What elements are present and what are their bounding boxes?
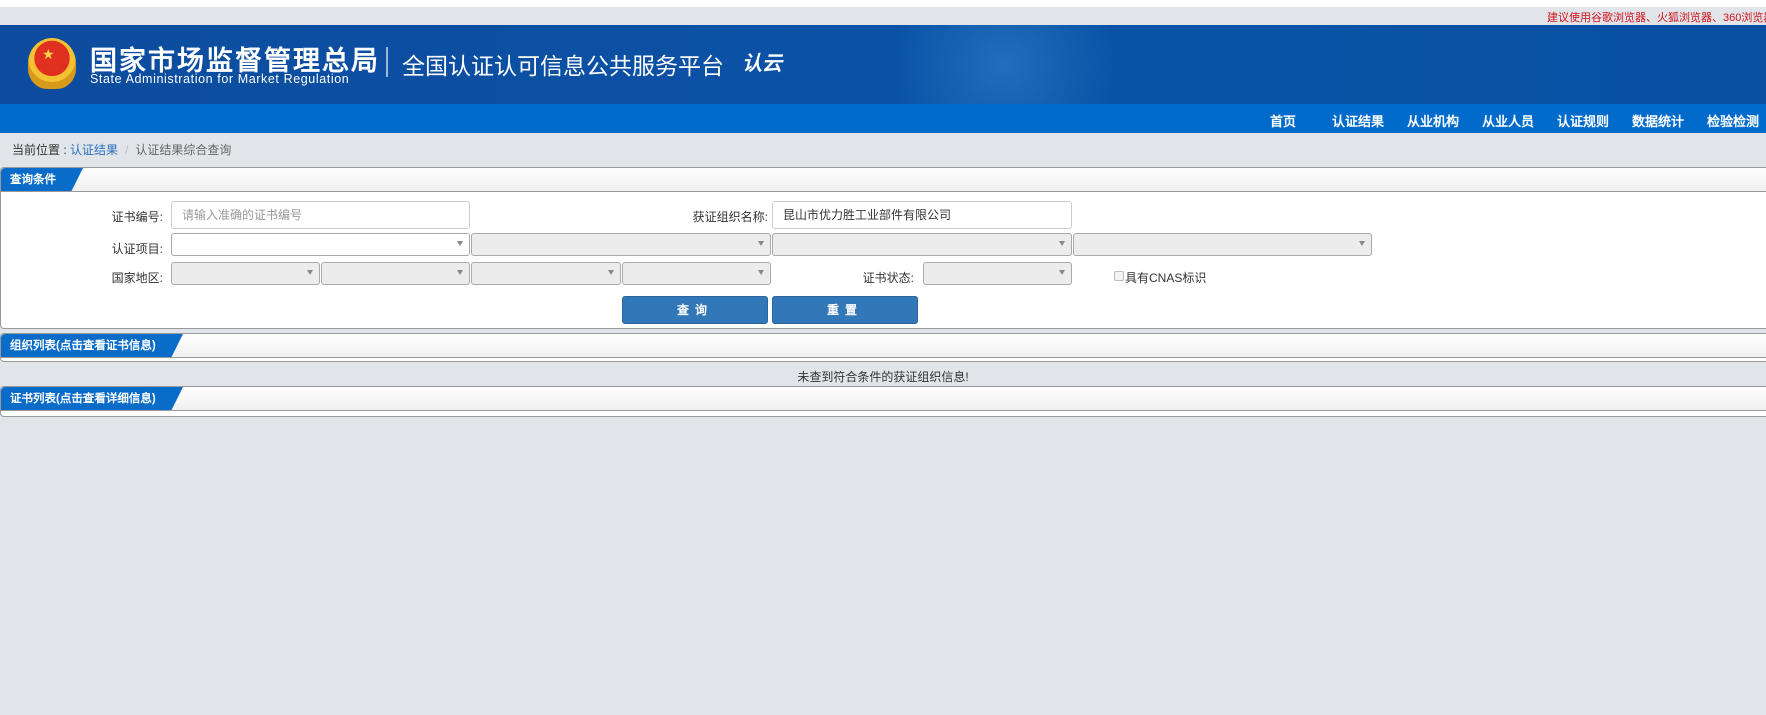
status-label: 证书状态:: [862, 271, 914, 285]
reset-button[interactable]: 重置: [772, 296, 918, 324]
project-select-1[interactable]: [171, 233, 470, 256]
cnas-label: 具有CNAS标识: [1125, 271, 1207, 285]
org-name-label: 获证组织名称:: [692, 210, 768, 224]
region-select-4[interactable]: [622, 262, 771, 285]
project-label: 认证项目:: [111, 242, 163, 256]
nav-personnel[interactable]: 从业人员: [1482, 111, 1534, 130]
header-banner: ★ 国家市场监督管理总局 State Administration for Ma…: [0, 25, 1766, 104]
cert-list-panel: 证书列表(点击查看详细信息): [0, 386, 1766, 417]
org-list-panel: 组织列表(点击查看证书信息): [0, 333, 1766, 362]
browser-notice: 建议使用谷歌浏览器、火狐浏览器、360浏览器（: [1547, 12, 1766, 24]
nav-statistics[interactable]: 数据统计: [1632, 111, 1684, 130]
region-select-2[interactable]: [321, 262, 470, 285]
search-button[interactable]: 查询: [622, 296, 768, 324]
header-divider: [386, 47, 388, 77]
nav-testing[interactable]: 检验检测: [1707, 111, 1759, 130]
region-select-1[interactable]: [171, 262, 320, 285]
national-emblem-icon: ★: [28, 38, 76, 89]
chevron-down-icon: [758, 270, 764, 275]
chevron-down-icon: [307, 270, 313, 275]
org-list-title: 组织列表(点击查看证书信息): [1, 334, 183, 358]
cnas-checkbox[interactable]: [1114, 271, 1124, 281]
nav-cert-results[interactable]: 认证结果: [1332, 111, 1384, 130]
breadcrumb-separator: /: [125, 143, 129, 157]
chevron-down-icon: [758, 241, 764, 246]
chevron-down-icon: [608, 270, 614, 275]
top-strip: [0, 0, 1766, 7]
chevron-down-icon: [1059, 270, 1065, 275]
cert-no-label: 证书编号:: [111, 210, 163, 224]
nav-institutions[interactable]: 从业机构: [1407, 111, 1459, 130]
org-name-input[interactable]: 昆山市优力胜工业部件有限公司: [772, 201, 1072, 229]
cert-no-input[interactable]: 请输入准确的证书编号: [171, 201, 470, 229]
project-select-4[interactable]: [1073, 233, 1372, 256]
chevron-down-icon: [1059, 241, 1065, 246]
project-select-2[interactable]: [471, 233, 771, 256]
breadcrumb: 当前位置 : 认证结果 / 认证结果综合查询: [12, 141, 231, 158]
chevron-down-icon: [457, 241, 463, 246]
breadcrumb-link[interactable]: 认证结果: [70, 143, 118, 157]
breadcrumb-prefix: 当前位置 :: [12, 143, 71, 157]
platform-title: 全国认证认可信息公共服务平台: [402, 53, 724, 79]
region-label: 国家地区:: [111, 271, 163, 285]
status-select[interactable]: [923, 262, 1072, 285]
empty-result-message: 未查到符合条件的获证组织信息!: [797, 370, 969, 384]
query-panel-title: 查询条件: [1, 168, 83, 192]
breadcrumb-current: 认证结果综合查询: [135, 143, 232, 157]
nav-rules[interactable]: 认证规则: [1557, 111, 1609, 130]
renyun-logo: 认云: [742, 53, 782, 75]
chevron-down-icon: [1359, 241, 1365, 246]
main-nav: 首页 认证结果 从业机构 从业人员 认证规则 数据统计 检验检测: [0, 104, 1766, 133]
region-select-3[interactable]: [471, 262, 621, 285]
nav-home[interactable]: 首页: [1270, 111, 1296, 130]
agency-title-en: State Administration for Market Regulati…: [90, 72, 350, 86]
cert-list-title: 证书列表(点击查看详细信息): [1, 387, 183, 411]
project-select-3[interactable]: [772, 233, 1072, 256]
chevron-down-icon: [457, 270, 463, 275]
